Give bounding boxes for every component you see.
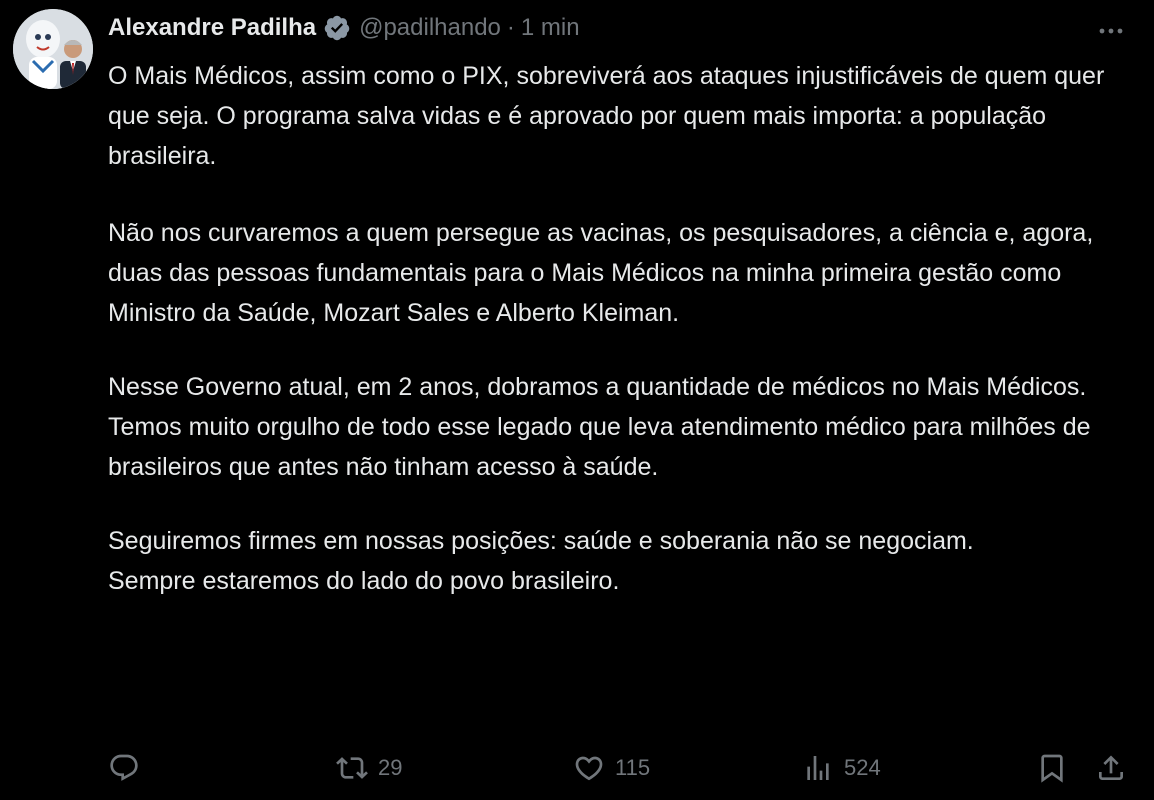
- separator-dot: ·: [506, 14, 515, 41]
- verified-badge-icon[interactable]: [323, 14, 351, 42]
- avatar-image: [13, 9, 93, 89]
- retweet-count: 29: [378, 755, 403, 780]
- heart-icon: [575, 756, 603, 781]
- share-button[interactable]: [1095, 748, 1127, 788]
- tweet-text: O Mais Médicos, assim como o PIX, sobrev…: [108, 56, 1128, 601]
- tweet-paragraph: O Mais Médicos, assim como o PIX, sobrev…: [108, 62, 1105, 170]
- tweet-paragraph: Nesse Governo atual, em 2 anos, dobramos…: [108, 373, 1091, 481]
- share-icon: [1099, 755, 1123, 780]
- tweet-paragraph: Não nos curvaremos a quem persegue as va…: [108, 219, 1094, 327]
- author-handle[interactable]: @padilhando: [359, 14, 501, 42]
- bar-chart-icon: [807, 756, 829, 780]
- tweet-header: Alexandre Padilha @padilhando · 1 min: [108, 10, 580, 46]
- retweet-button[interactable]: 29: [336, 748, 402, 788]
- like-button[interactable]: 115: [573, 748, 650, 788]
- author-name[interactable]: Alexandre Padilha: [108, 14, 316, 42]
- tweet-actions: 29 115 524: [108, 748, 1128, 788]
- like-count: 115: [615, 755, 651, 780]
- tweet[interactable]: Alexandre Padilha @padilhando · 1 min O …: [0, 0, 1154, 800]
- more-options-icon[interactable]: [1093, 18, 1129, 42]
- bookmark-icon: [1041, 754, 1063, 783]
- avatar[interactable]: [13, 9, 93, 89]
- bookmark-button[interactable]: [1036, 748, 1068, 788]
- reply-button[interactable]: [108, 748, 140, 788]
- views-button[interactable]: 524: [802, 748, 881, 788]
- timestamp[interactable]: 1 min: [521, 14, 580, 42]
- reply-icon: [110, 754, 138, 781]
- tweet-paragraph: Seguiremos firmes em nossas posições: sa…: [108, 527, 974, 555]
- views-count: 524: [844, 755, 881, 780]
- tweet-paragraph: Sempre estaremos do lado do povo brasile…: [108, 567, 620, 595]
- retweet-icon: [336, 757, 368, 779]
